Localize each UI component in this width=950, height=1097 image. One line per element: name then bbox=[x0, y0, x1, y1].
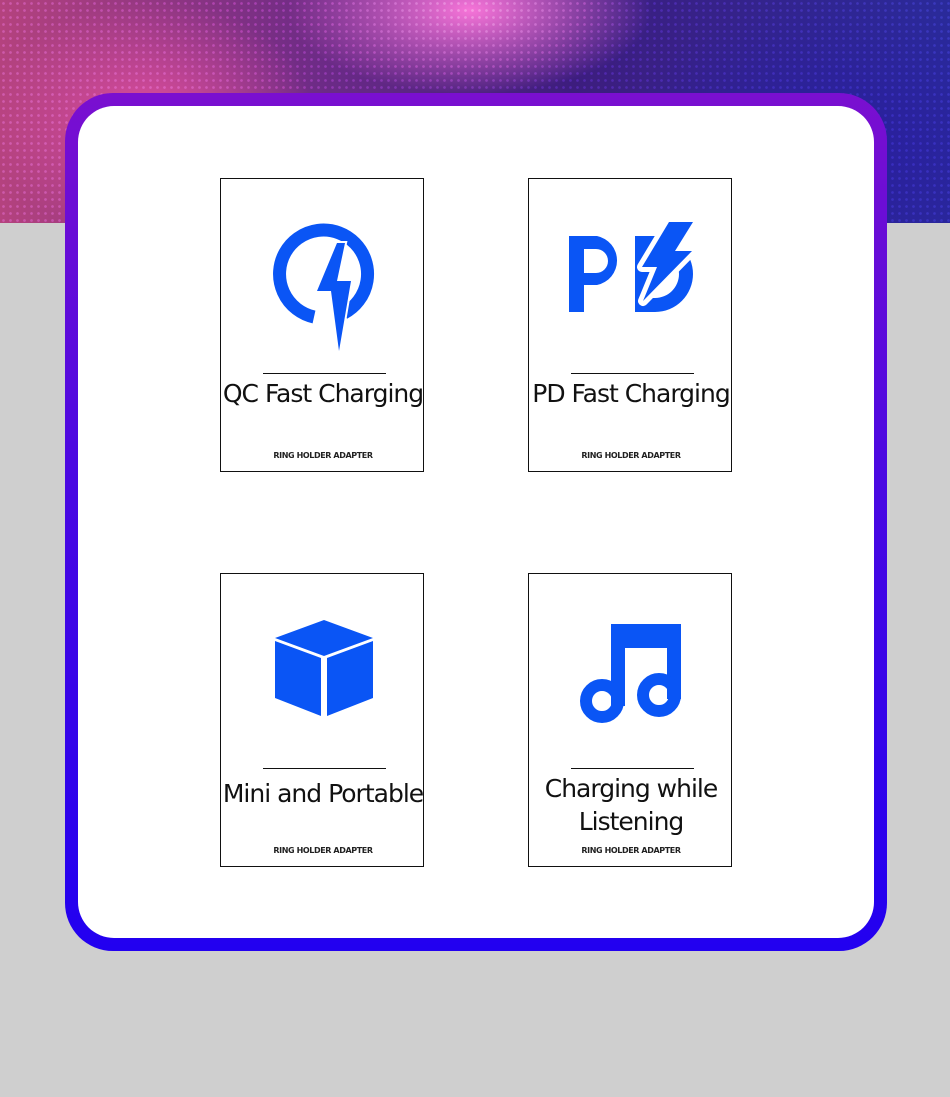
divider bbox=[571, 768, 694, 769]
feature-caption: RING HOLDER ADAPTER bbox=[581, 451, 681, 460]
feature-card-frame bbox=[65, 93, 887, 951]
divider bbox=[263, 373, 386, 374]
feature-title: Charging while Listening bbox=[544, 774, 719, 836]
divider bbox=[571, 373, 694, 374]
cube-icon bbox=[221, 574, 425, 759]
divider bbox=[263, 768, 386, 769]
feature-caption: RING HOLDER ADAPTER bbox=[273, 846, 373, 855]
music-note-icon bbox=[529, 574, 733, 759]
feature-tile-pd: PD Fast Charging RING HOLDER ADAPTER bbox=[528, 178, 732, 472]
quick-charge-icon bbox=[221, 179, 425, 364]
feature-title: PD Fast Charging bbox=[532, 379, 730, 408]
feature-caption: RING HOLDER ADAPTER bbox=[581, 846, 681, 855]
feature-card bbox=[78, 106, 874, 938]
feature-caption: RING HOLDER ADAPTER bbox=[273, 451, 373, 460]
feature-tile-mini: Mini and Portable RING HOLDER ADAPTER bbox=[220, 573, 424, 867]
feature-tile-music: Charging while Listening RING HOLDER ADA… bbox=[528, 573, 732, 867]
power-delivery-icon bbox=[529, 179, 733, 364]
feature-title: QC Fast Charging bbox=[222, 379, 424, 408]
feature-tile-qc: QC Fast Charging RING HOLDER ADAPTER bbox=[220, 178, 424, 472]
feature-title: Mini and Portable bbox=[222, 779, 424, 808]
